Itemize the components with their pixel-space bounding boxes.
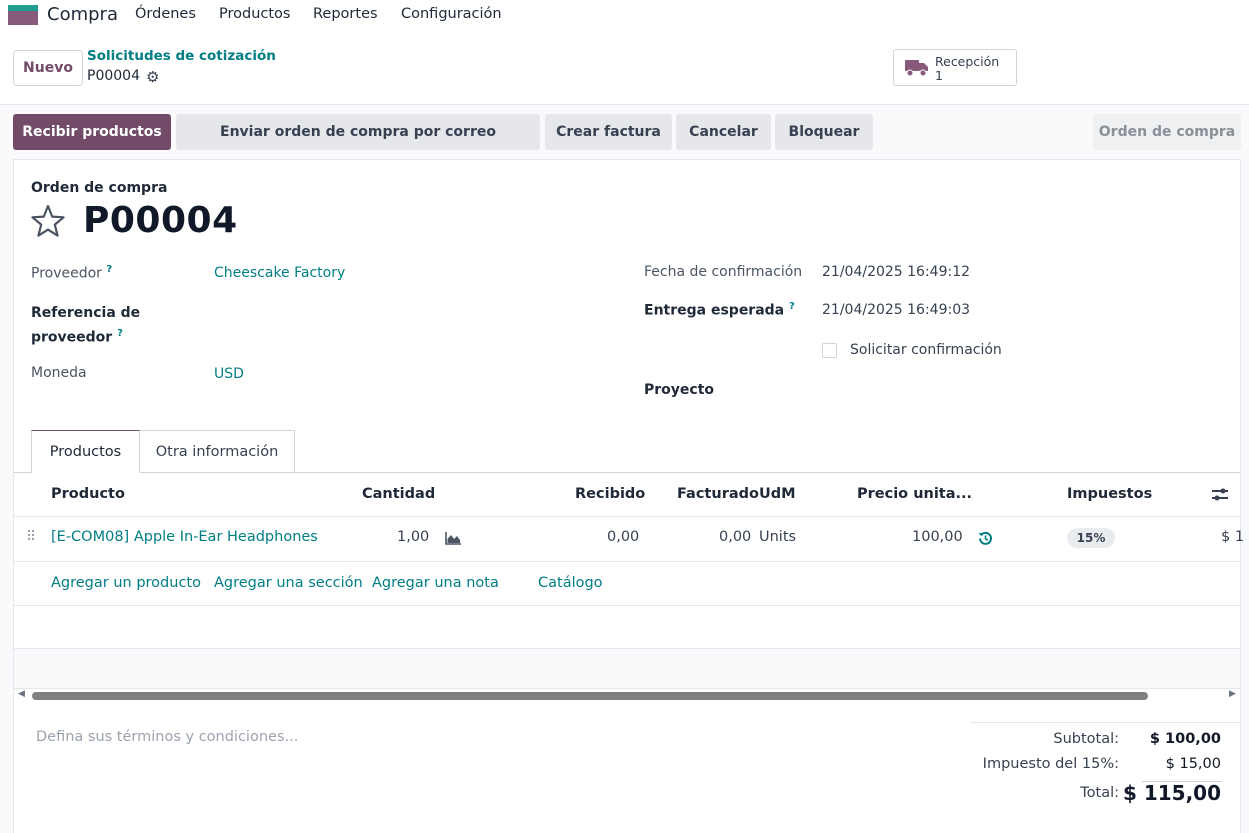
total-label: Total: [1080,785,1119,801]
tax-label: Impuesto del 15%: [982,756,1119,772]
totals-divider [970,722,1240,723]
menu-ordenes[interactable]: Órdenes [135,6,196,22]
confirm-date-value: 21/04/2025 16:49:12 [822,264,971,280]
menu-productos[interactable]: Productos [219,6,290,22]
subtotal-value: $ 100,00 [1149,731,1221,747]
tax-value: $ 15,00 [1165,756,1221,772]
vendor-ref-label-2: proveedor ? [31,328,123,346]
tab-productos[interactable]: Productos [31,430,140,473]
history-icon[interactable] [978,531,993,546]
menu-configuracion[interactable]: Configuración [401,6,502,22]
gear-icon[interactable]: ⚙ [146,68,159,86]
expected-date-label: Entrega esperada ? [644,301,795,319]
expected-date-field[interactable]: 21/04/2025 16:49:03 [822,302,970,318]
tab-otra-informacion[interactable]: Otra información [139,430,295,473]
tab-divider [14,472,1240,473]
header-row-divider [14,516,1240,517]
send-email-button[interactable]: Enviar orden de compra por correo electr… [176,114,540,176]
currency-label: Moneda [31,365,87,381]
catalog-link[interactable]: Catálogo [538,575,603,591]
new-button[interactable]: Nuevo [13,50,83,86]
vendor-label: Proveedor ? [31,264,113,282]
col-received[interactable]: Recibido [575,486,645,502]
drag-handle-icon[interactable]: ⠿ [26,529,36,545]
row-subtotal: $ 1 [1221,529,1245,545]
row-uom[interactable]: Units [759,529,796,545]
breadcrumb-parent[interactable]: Solicitudes de cotización [87,48,276,64]
status-purchase-order[interactable]: Orden de compra [1093,114,1241,150]
receipt-smart-button[interactable]: Recepción 1 [893,49,1017,86]
confirm-date-label: Fecha de confirmación [644,264,803,280]
cancel-button[interactable]: Cancelar [676,114,771,150]
app-name[interactable]: Compra [47,4,118,25]
col-quantity[interactable]: Cantidad [362,486,435,502]
empty-row [14,648,1240,689]
star-icon[interactable] [30,204,66,238]
subtotal-label: Subtotal: [1053,731,1119,747]
form-subtitle: Orden de compra [31,180,168,196]
row-unit-price[interactable]: 100,00 [912,529,963,545]
row-divider [14,561,1240,562]
ask-confirmation-label: Solicitar confirmación [850,342,1002,358]
row-quantity[interactable]: 1,00 [397,529,429,545]
scroll-left-icon[interactable]: ◀ [18,689,25,699]
vendor-ref-label: Referencia de [31,305,141,321]
col-unit-price[interactable]: Precio unita... [857,486,972,502]
top-navbar: Compra Órdenes Productos Reportes Config… [0,0,1249,30]
currency-field[interactable]: USD [214,366,244,382]
smart-button-count: 1 [935,68,943,83]
vendor-field[interactable]: Cheescake Factory [214,265,345,281]
col-uom[interactable]: UdM [759,486,796,502]
breadcrumb-current: P00004 [87,68,140,84]
total-value: $ 115,00 [1122,781,1221,805]
col-billed[interactable]: Facturado [677,486,759,502]
col-taxes[interactable]: Impuestos [1067,486,1152,502]
add-product-link[interactable]: Agregar un producto [51,575,201,591]
truck-icon [905,60,928,77]
forecast-chart-icon[interactable] [445,531,462,545]
row-received: 0,00 [607,529,640,545]
add-note-link[interactable]: Agregar una nota [372,575,499,591]
terms-field[interactable]: Defina sus términos y condiciones... [36,729,298,745]
create-invoice-button[interactable]: Crear factura [545,114,672,150]
lock-button[interactable]: Bloquear [775,114,873,150]
receive-products-button[interactable]: Recibir productos [13,114,171,150]
menu-reportes[interactable]: Reportes [313,6,378,22]
smart-button-label: Recepción [935,54,1000,69]
col-product[interactable]: Producto [51,486,125,502]
scroll-right-icon[interactable]: ▶ [1229,689,1236,699]
add-row-divider [14,605,1240,606]
tax-badge[interactable]: 15% [1067,528,1115,548]
scrollbar-thumb[interactable] [32,692,1148,700]
row-billed: 0,00 [719,529,752,545]
add-section-link[interactable]: Agregar una sección [214,575,363,591]
row-product[interactable]: [E-COM08] Apple In-Ear Headphones [51,529,318,545]
purchase-app-icon[interactable] [8,5,38,25]
ask-confirmation-checkbox[interactable] [822,343,837,358]
page-title: P00004 [83,200,238,241]
project-label: Proyecto [644,382,715,398]
optional-columns-icon[interactable] [1211,487,1229,503]
